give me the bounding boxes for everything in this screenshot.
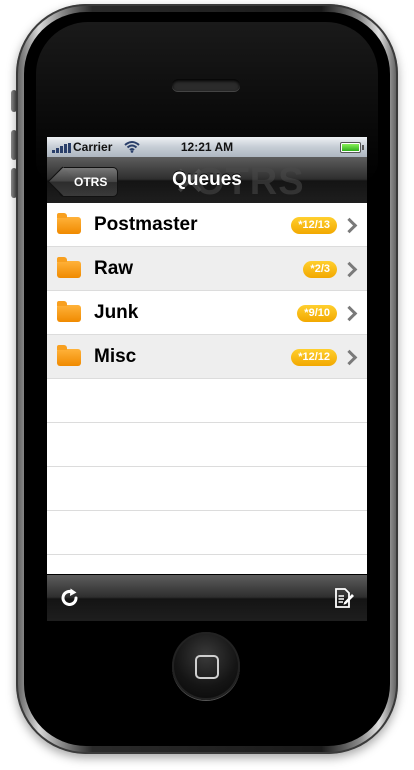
queue-name: Postmaster [94, 214, 198, 235]
queue-row-raw[interactable]: Raw *2/3 [47, 247, 367, 291]
ticket-count-badge: *12/13 [291, 217, 337, 234]
queue-row-misc[interactable]: Misc *12/12 [47, 335, 367, 379]
earpiece-speaker [172, 79, 240, 91]
folder-icon [57, 257, 81, 278]
chevron-right-icon [341, 349, 358, 366]
battery-icon [340, 142, 364, 153]
refresh-icon[interactable] [59, 587, 81, 609]
ticket-count-badge: *9/10 [297, 305, 337, 322]
folder-icon [57, 345, 81, 366]
volume-down-button[interactable] [11, 168, 17, 198]
navigation-bar: ✕ OTRS OTRS Queues [47, 157, 367, 204]
chevron-right-icon [341, 305, 358, 322]
folder-icon [57, 301, 81, 322]
clock: 12:21 AM [180, 140, 234, 154]
empty-row [47, 379, 367, 423]
queue-name: Misc [94, 346, 137, 367]
queue-row-junk[interactable]: Junk *9/10 [47, 291, 367, 335]
bottom-toolbar [47, 574, 367, 621]
ticket-count-badge: *12/12 [291, 349, 337, 366]
empty-row [47, 467, 367, 511]
queue-name: Junk [94, 302, 139, 323]
page-title: Queues [172, 169, 242, 190]
queue-row-postmaster[interactable]: Postmaster *12/13 [47, 203, 367, 247]
screen: Carrier 12:21 AM ✕ OTRS OTRS Queues Post… [47, 137, 367, 621]
queue-list: Postmaster *12/13 Raw *2/3 Junk *9/10 Mi… [47, 203, 367, 555]
chevron-right-icon [341, 261, 358, 278]
home-square-icon [195, 655, 219, 679]
compose-icon[interactable] [333, 586, 355, 610]
ticket-count-badge: *2/3 [303, 261, 337, 278]
folder-icon [57, 213, 81, 234]
ringer-switch[interactable] [11, 90, 17, 112]
queue-name: Raw [94, 258, 134, 279]
volume-up-button[interactable] [11, 130, 17, 160]
battery-fill [342, 144, 359, 151]
status-bar: Carrier 12:21 AM [47, 137, 367, 157]
chevron-right-icon [341, 217, 358, 234]
empty-row [47, 423, 367, 467]
empty-row [47, 511, 367, 555]
